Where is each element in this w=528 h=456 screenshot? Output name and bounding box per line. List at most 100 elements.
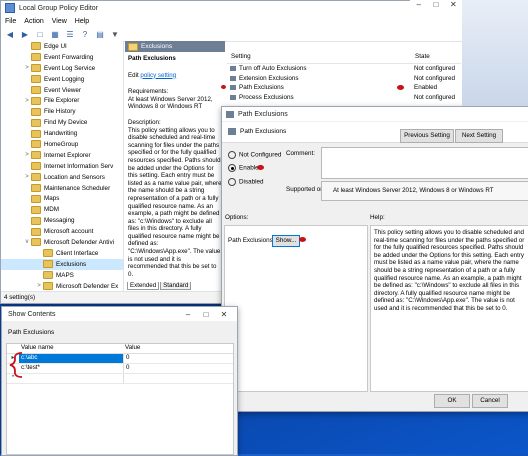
chevron-icon[interactable]: >	[35, 283, 43, 289]
supported-on-value: At least Windows Server 2012, Windows 8 …	[333, 187, 494, 194]
chevron-icon[interactable]: >	[23, 174, 31, 180]
policy-dialog-titlebar[interactable]: Path Exclusions	[222, 107, 528, 121]
column-value[interactable]: Value	[123, 344, 140, 353]
tree-item[interactable]: Client Interface	[1, 248, 123, 259]
tree-item[interactable]: > Event Log Service	[1, 63, 123, 74]
show-tree-icon[interactable]: ▦	[50, 29, 60, 39]
annotation-mark-enabled	[257, 165, 264, 170]
column-setting[interactable]: Setting	[227, 53, 401, 63]
folder-icon	[31, 86, 41, 94]
previous-setting-button[interactable]: Previous Setting	[400, 129, 454, 143]
radio-enabled-circle[interactable]	[228, 164, 236, 172]
tree-item[interactable]: v Microsoft Defender Antivi	[1, 237, 123, 248]
tree-item[interactable]: Event Viewer	[1, 85, 123, 96]
setting-row[interactable]: Path Exclusions Enabled	[221, 83, 461, 93]
tab-extended[interactable]: Extended	[127, 282, 160, 290]
tree-item[interactable]: File History	[1, 106, 123, 117]
show-button[interactable]: Show...	[272, 235, 300, 247]
grid-row[interactable]: *	[7, 374, 233, 384]
tab-standard[interactable]: Standard	[160, 282, 192, 290]
radio-not-configured-circle[interactable]	[228, 151, 236, 159]
value-name-cell[interactable]: c:\abc	[19, 354, 124, 363]
tree-item-label: File Explorer	[44, 97, 80, 105]
value-cell[interactable]	[124, 374, 126, 383]
chevron-icon[interactable]: >	[23, 152, 31, 158]
tree-item[interactable]: MAPS	[1, 270, 123, 281]
tree-item[interactable]: Exclusions	[1, 258, 123, 270]
menu-help[interactable]: Help	[75, 18, 89, 25]
column-value-name[interactable]: Value name	[19, 344, 123, 353]
filter-icon[interactable]: ▼	[110, 29, 120, 39]
policy-tree: Edge UI Event Forwarding > Event Log Servic…	[1, 41, 124, 291]
tree-item[interactable]: Event Forwarding	[1, 52, 123, 63]
cancel-button[interactable]: Cancel	[472, 394, 508, 408]
minimize-icon[interactable]: –	[410, 0, 427, 14]
menu-view[interactable]: View	[52, 18, 67, 25]
tree-item[interactable]: Event Logging	[1, 74, 123, 85]
tree-item[interactable]: Handwriting	[1, 128, 123, 139]
tree-item-label: HomeGroup	[44, 140, 79, 148]
folder-icon	[43, 249, 53, 258]
chevron-icon[interactable]: v	[23, 239, 31, 245]
ok-button[interactable]: OK	[434, 394, 470, 408]
value-cell[interactable]: 0	[124, 354, 129, 363]
grid-row[interactable]: c:\test* 0	[7, 364, 233, 374]
tree-item-label: File History	[44, 108, 76, 116]
radio-disabled-label: Disabled	[239, 178, 264, 186]
value-name-cell[interactable]: c:\test*	[19, 364, 124, 373]
setting-row[interactable]: Process Exclusions Not configured	[227, 93, 461, 103]
radio-not-configured[interactable]: Not Configured	[228, 151, 281, 159]
tree-item[interactable]: Edge UI	[1, 41, 123, 52]
menu-file[interactable]: File	[5, 18, 16, 25]
tree-item[interactable]: Maps	[1, 193, 123, 204]
tree-item[interactable]: > File Explorer	[1, 95, 123, 106]
gpedit-titlebar[interactable]: Local Group Policy Editor	[1, 1, 463, 15]
tree-item[interactable]: Internet Information Serv	[1, 161, 123, 172]
column-state[interactable]: State	[401, 53, 430, 63]
tree-item[interactable]: Messaging	[1, 215, 123, 226]
chevron-icon[interactable]: >	[23, 98, 31, 104]
tree-item-label: Event Log Service	[44, 64, 96, 72]
annotation-bracket	[9, 352, 23, 378]
show-contents-titlebar[interactable]: Show Contents – □ ✕	[2, 307, 237, 321]
tree-item[interactable]: > Location and Sensors	[1, 172, 123, 183]
maximize-icon[interactable]: □	[427, 0, 444, 14]
view-tabs: Extended Standard	[127, 282, 192, 290]
tree-item[interactable]: > Microsoft Defender Ex	[1, 281, 123, 291]
next-setting-button[interactable]: Next Setting	[455, 129, 503, 143]
properties-icon[interactable]: ▤	[95, 29, 105, 39]
annotation-mark-row	[221, 85, 226, 89]
comment-field[interactable]	[321, 147, 528, 179]
grid-row[interactable]: ▸ c:\abc 0	[7, 354, 233, 364]
close-icon[interactable]: ✕	[445, 0, 462, 14]
policy-title: Path Exclusions	[128, 55, 176, 62]
edit-policy-link[interactable]: policy setting	[140, 72, 176, 79]
tree-item[interactable]: MDM	[1, 204, 123, 215]
policy-dialog-title: Path Exclusions	[238, 110, 288, 118]
radio-disabled-circle[interactable]	[228, 178, 236, 186]
help-icon[interactable]: ?	[80, 29, 90, 39]
setting-row[interactable]: Extension Exclusions Not configured	[227, 74, 461, 84]
radio-disabled[interactable]: Disabled	[228, 178, 264, 186]
show-contents-close-icon[interactable]: ✕	[215, 310, 233, 319]
back-arrow-icon[interactable]: ◀	[5, 29, 15, 39]
tree-item[interactable]: Find My Device	[1, 117, 123, 128]
folder-icon	[31, 173, 41, 182]
tree-item[interactable]: HomeGroup	[1, 139, 123, 150]
export-list-icon[interactable]: ☰	[65, 29, 75, 39]
menu-action[interactable]: Action	[24, 18, 43, 25]
tree-item[interactable]: Microsoft account	[1, 226, 123, 237]
setting-row[interactable]: Turn off Auto Exclusions Not configured	[227, 64, 461, 74]
up-folder-icon[interactable]: □	[35, 29, 45, 39]
tree-item[interactable]: > Internet Explorer	[1, 150, 123, 161]
show-contents-maximize-icon[interactable]: □	[197, 310, 215, 319]
show-contents-minimize-icon[interactable]: –	[179, 310, 197, 319]
setting-state: Enabled	[414, 84, 438, 92]
folder-icon	[31, 162, 41, 171]
policy-setting-icon	[230, 75, 236, 81]
tree-item[interactable]: Maintenance Scheduler	[1, 183, 123, 194]
value-cell[interactable]: 0	[124, 364, 129, 373]
chevron-icon[interactable]: >	[23, 65, 31, 71]
forward-arrow-icon[interactable]: ▶	[20, 29, 30, 39]
value-name-cell[interactable]	[19, 374, 124, 383]
